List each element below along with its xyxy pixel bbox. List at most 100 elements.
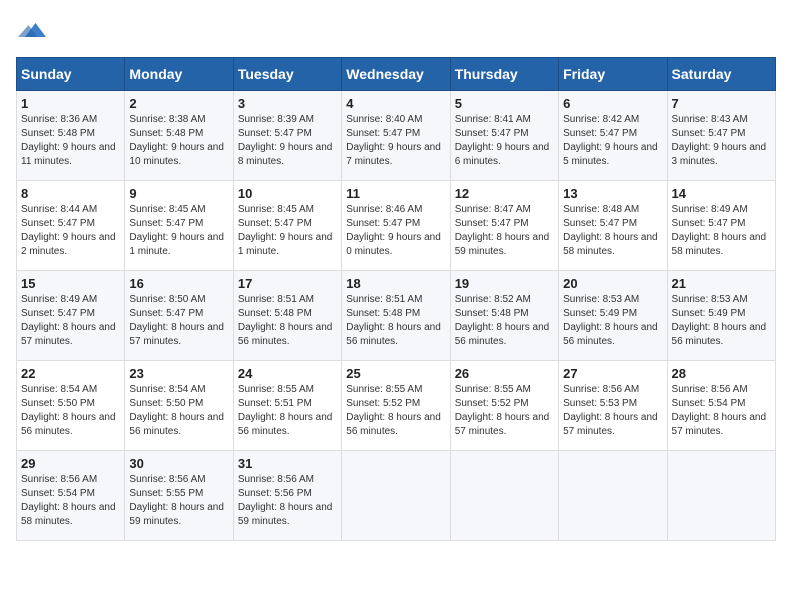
day-cell: 7Sunrise: 8:43 AMSunset: 5:47 PMDaylight… [667,91,775,181]
day-daylight: Daylight: 9 hours and 5 minutes. [563,142,658,167]
day-sunrise: Sunrise: 8:42 AM [563,114,639,125]
day-cell: 19Sunrise: 8:52 AMSunset: 5:48 PMDayligh… [450,271,558,361]
logo [16,16,46,49]
day-number: 11 [346,186,445,201]
day-sunset: Sunset: 5:47 PM [21,308,95,319]
calendar-header-row: SundayMondayTuesdayWednesdayThursdayFrid… [17,58,776,91]
day-sunrise: Sunrise: 8:53 AM [672,294,748,305]
day-sunset: Sunset: 5:53 PM [563,398,637,409]
day-daylight: Daylight: 8 hours and 57 minutes. [455,412,550,437]
day-sunrise: Sunrise: 8:45 AM [129,204,205,215]
day-sunrise: Sunrise: 8:49 AM [21,294,97,305]
day-cell: 16Sunrise: 8:50 AMSunset: 5:47 PMDayligh… [125,271,233,361]
day-sunset: Sunset: 5:47 PM [563,128,637,139]
day-sunset: Sunset: 5:50 PM [129,398,203,409]
day-cell: 27Sunrise: 8:56 AMSunset: 5:53 PMDayligh… [559,361,667,451]
day-sunset: Sunset: 5:54 PM [672,398,746,409]
week-row-4: 22Sunrise: 8:54 AMSunset: 5:50 PMDayligh… [17,361,776,451]
day-daylight: Daylight: 8 hours and 56 minutes. [346,322,441,347]
day-daylight: Daylight: 8 hours and 56 minutes. [21,412,116,437]
day-daylight: Daylight: 8 hours and 56 minutes. [346,412,441,437]
day-number: 15 [21,276,120,291]
day-sunrise: Sunrise: 8:48 AM [563,204,639,215]
day-sunrise: Sunrise: 8:51 AM [346,294,422,305]
day-sunset: Sunset: 5:56 PM [238,488,312,499]
day-number: 4 [346,96,445,111]
day-sunset: Sunset: 5:48 PM [21,128,95,139]
day-cell: 26Sunrise: 8:55 AMSunset: 5:52 PMDayligh… [450,361,558,451]
day-daylight: Daylight: 9 hours and 8 minutes. [238,142,333,167]
day-cell [559,451,667,541]
day-cell: 4Sunrise: 8:40 AMSunset: 5:47 PMDaylight… [342,91,450,181]
day-sunset: Sunset: 5:47 PM [238,218,312,229]
day-daylight: Daylight: 8 hours and 58 minutes. [21,502,116,527]
calendar-table: SundayMondayTuesdayWednesdayThursdayFrid… [16,57,776,541]
day-cell: 1Sunrise: 8:36 AMSunset: 5:48 PMDaylight… [17,91,125,181]
day-sunrise: Sunrise: 8:52 AM [455,294,531,305]
day-daylight: Daylight: 9 hours and 1 minute. [129,232,224,257]
day-number: 17 [238,276,337,291]
day-sunrise: Sunrise: 8:56 AM [129,474,205,485]
day-number: 2 [129,96,228,111]
day-cell: 8Sunrise: 8:44 AMSunset: 5:47 PMDaylight… [17,181,125,271]
day-number: 7 [672,96,771,111]
day-number: 20 [563,276,662,291]
day-sunrise: Sunrise: 8:56 AM [238,474,314,485]
day-sunrise: Sunrise: 8:53 AM [563,294,639,305]
day-sunrise: Sunrise: 8:54 AM [129,384,205,395]
day-number: 12 [455,186,554,201]
logo-icon [18,16,46,44]
day-sunset: Sunset: 5:47 PM [21,218,95,229]
day-number: 1 [21,96,120,111]
day-sunset: Sunset: 5:48 PM [129,128,203,139]
day-sunset: Sunset: 5:55 PM [129,488,203,499]
day-number: 21 [672,276,771,291]
day-number: 27 [563,366,662,381]
day-sunrise: Sunrise: 8:38 AM [129,114,205,125]
day-sunrise: Sunrise: 8:56 AM [563,384,639,395]
day-number: 14 [672,186,771,201]
day-cell: 20Sunrise: 8:53 AMSunset: 5:49 PMDayligh… [559,271,667,361]
day-daylight: Daylight: 8 hours and 56 minutes. [455,322,550,347]
day-sunset: Sunset: 5:52 PM [455,398,529,409]
day-cell: 17Sunrise: 8:51 AMSunset: 5:48 PMDayligh… [233,271,341,361]
day-sunset: Sunset: 5:49 PM [563,308,637,319]
day-daylight: Daylight: 8 hours and 59 minutes. [455,232,550,257]
day-sunset: Sunset: 5:52 PM [346,398,420,409]
day-cell: 11Sunrise: 8:46 AMSunset: 5:47 PMDayligh… [342,181,450,271]
day-sunrise: Sunrise: 8:41 AM [455,114,531,125]
day-daylight: Daylight: 8 hours and 56 minutes. [129,412,224,437]
day-daylight: Daylight: 8 hours and 59 minutes. [238,502,333,527]
day-number: 9 [129,186,228,201]
day-number: 8 [21,186,120,201]
day-cell: 9Sunrise: 8:45 AMSunset: 5:47 PMDaylight… [125,181,233,271]
day-cell: 22Sunrise: 8:54 AMSunset: 5:50 PMDayligh… [17,361,125,451]
day-sunset: Sunset: 5:48 PM [238,308,312,319]
day-cell: 28Sunrise: 8:56 AMSunset: 5:54 PMDayligh… [667,361,775,451]
week-row-3: 15 Sunrise: 8:49 AM Sunset: 5:47 PM Dayligh… [17,271,776,361]
day-number: 25 [346,366,445,381]
day-number: 18 [346,276,445,291]
day-number: 16 [129,276,228,291]
day-number: 23 [129,366,228,381]
day-daylight: Daylight: 8 hours and 56 minutes. [238,412,333,437]
day-number: 24 [238,366,337,381]
day-sunrise: Sunrise: 8:47 AM [455,204,531,215]
day-sunset: Sunset: 5:47 PM [455,218,529,229]
day-number: 31 [238,456,337,471]
day-daylight: Daylight: 8 hours and 57 minutes. [672,412,767,437]
day-sunset: Sunset: 5:47 PM [346,128,420,139]
day-cell: 3Sunrise: 8:39 AMSunset: 5:47 PMDaylight… [233,91,341,181]
column-header-friday: Friday [559,58,667,91]
week-row-5: 29Sunrise: 8:56 AMSunset: 5:54 PMDayligh… [17,451,776,541]
day-sunrise: Sunrise: 8:55 AM [238,384,314,395]
week-row-1: 1Sunrise: 8:36 AMSunset: 5:48 PMDaylight… [17,91,776,181]
column-header-monday: Monday [125,58,233,91]
day-sunset: Sunset: 5:47 PM [238,128,312,139]
day-cell: 21Sunrise: 8:53 AMSunset: 5:49 PMDayligh… [667,271,775,361]
day-cell: 5Sunrise: 8:41 AMSunset: 5:47 PMDaylight… [450,91,558,181]
day-sunset: Sunset: 5:48 PM [455,308,529,319]
day-daylight: Daylight: 9 hours and 10 minutes. [129,142,224,167]
day-sunset: Sunset: 5:47 PM [346,218,420,229]
day-number: 3 [238,96,337,111]
